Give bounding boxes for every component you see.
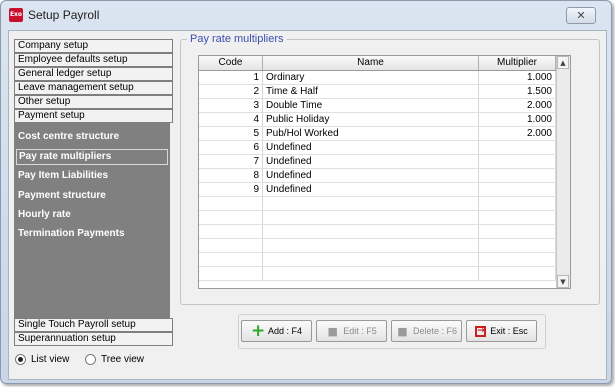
table-row[interactable]: 4 Public Holiday 1.000 bbox=[199, 113, 556, 127]
grid-header: Code Name Multiplier bbox=[199, 56, 556, 71]
nav-subitem-payment-structure[interactable]: Payment structure bbox=[18, 189, 106, 203]
cell-multiplier bbox=[479, 155, 556, 168]
nav-subitem-hourly-rate[interactable]: Hourly rate bbox=[18, 208, 71, 222]
cell-code: 4 bbox=[199, 113, 263, 126]
window-title: Setup Payroll bbox=[28, 8, 100, 22]
list-view-option[interactable]: List view bbox=[15, 354, 69, 365]
nav-subitem-pay-item-liabilities[interactable]: Pay Item Liabilities bbox=[18, 169, 108, 183]
cell-code: 9 bbox=[199, 183, 263, 196]
setup-payroll-window: Exo Setup Payroll ✕ Company setup Employ… bbox=[0, 0, 612, 384]
nav-subitem-termination-payments[interactable]: Termination Payments bbox=[18, 227, 125, 241]
client-area: Company setup Employee defaults setup Ge… bbox=[8, 30, 607, 380]
app-logo-icon: Exo bbox=[9, 8, 23, 22]
title-bar[interactable]: Exo Setup Payroll ✕ bbox=[1, 1, 611, 29]
tree-view-radio[interactable] bbox=[85, 354, 96, 365]
tree-view-label: Tree view bbox=[101, 354, 144, 365]
cell-code: 8 bbox=[199, 169, 263, 182]
empty-row bbox=[199, 211, 556, 225]
cell-name: Public Holiday bbox=[263, 113, 479, 126]
tree-view-option[interactable]: Tree view bbox=[85, 354, 144, 365]
delete-icon: ■ bbox=[397, 324, 408, 338]
cell-code: 2 bbox=[199, 85, 263, 98]
scroll-up-icon[interactable]: ▲ bbox=[557, 56, 569, 69]
column-header-multiplier[interactable]: Multiplier bbox=[479, 56, 556, 70]
table-row[interactable]: 5 Pub/Hol Worked 2.000 bbox=[199, 127, 556, 141]
table-row[interactable]: 8 Undefined bbox=[199, 169, 556, 183]
close-button[interactable]: ✕ bbox=[566, 7, 596, 24]
plus-icon: + bbox=[250, 320, 266, 341]
cell-name: Pub/Hol Worked bbox=[263, 127, 479, 140]
nav-item-payment-setup[interactable]: Payment setup bbox=[14, 109, 173, 123]
cell-multiplier: 1.000 bbox=[479, 71, 556, 84]
pay-rate-grid[interactable]: Code Name Multiplier 1 Ordinary 1.000 2 … bbox=[198, 55, 571, 289]
list-view-radio[interactable] bbox=[15, 354, 26, 365]
cell-name: Double Time bbox=[263, 99, 479, 112]
cell-code: 6 bbox=[199, 141, 263, 154]
cell-multiplier bbox=[479, 141, 556, 154]
nav-subitem-pay-rate-multipliers[interactable]: Pay rate multipliers bbox=[16, 149, 168, 165]
empty-row bbox=[199, 225, 556, 239]
cell-multiplier: 1.500 bbox=[479, 85, 556, 98]
edit-icon: ■ bbox=[327, 324, 338, 338]
vertical-scrollbar[interactable]: ▲ ▼ bbox=[556, 56, 570, 288]
group-title: Pay rate multipliers bbox=[187, 33, 287, 45]
cell-code: 7 bbox=[199, 155, 263, 168]
cell-multiplier: 1.000 bbox=[479, 113, 556, 126]
empty-row bbox=[199, 239, 556, 253]
add-button-label: Add : F4 bbox=[267, 326, 303, 336]
exit-button[interactable]: → Exit : Esc bbox=[466, 320, 537, 342]
column-header-code[interactable]: Code bbox=[199, 56, 263, 70]
column-header-name[interactable]: Name bbox=[263, 56, 479, 70]
cell-name: Undefined bbox=[263, 155, 479, 168]
cell-multiplier bbox=[479, 183, 556, 196]
nav-item-superannuation-setup[interactable]: Superannuation setup bbox=[14, 332, 173, 346]
cell-name: Time & Half bbox=[263, 85, 479, 98]
cell-multiplier: 2.000 bbox=[479, 99, 556, 112]
nav-item-employee-defaults-setup[interactable]: Employee defaults setup bbox=[14, 53, 173, 67]
add-button[interactable]: + Add : F4 bbox=[241, 320, 312, 342]
empty-row bbox=[199, 197, 556, 211]
nav-item-company-setup[interactable]: Company setup bbox=[14, 39, 173, 53]
setup-navigation: Company setup Employee defaults setup Ge… bbox=[14, 39, 173, 346]
cell-name: Undefined bbox=[263, 141, 479, 154]
grid-body: 1 Ordinary 1.000 2 Time & Half 1.500 3 D… bbox=[199, 71, 556, 281]
scroll-down-icon[interactable]: ▼ bbox=[557, 275, 569, 288]
nav-item-general-ledger-setup[interactable]: General ledger setup bbox=[14, 67, 173, 81]
exit-icon: → bbox=[475, 325, 487, 337]
edit-button-label: Edit : F5 bbox=[343, 326, 377, 336]
empty-row bbox=[199, 253, 556, 267]
exit-button-label: Exit : Esc bbox=[490, 326, 528, 336]
table-row[interactable]: 2 Time & Half 1.500 bbox=[199, 85, 556, 99]
list-view-label: List view bbox=[31, 354, 70, 365]
nav-subitem-cost-centre-structure[interactable]: Cost centre structure bbox=[18, 130, 119, 144]
edit-button[interactable]: ■ Edit : F5 bbox=[316, 320, 387, 342]
cell-name: Ordinary bbox=[263, 71, 479, 84]
cell-code: 1 bbox=[199, 71, 263, 84]
table-row[interactable]: 3 Double Time 2.000 bbox=[199, 99, 556, 113]
cell-multiplier: 2.000 bbox=[479, 127, 556, 140]
nav-item-single-touch-payroll-setup[interactable]: Single Touch Payroll setup bbox=[14, 318, 173, 332]
nav-item-other-setup[interactable]: Other setup bbox=[14, 95, 173, 109]
cell-code: 5 bbox=[199, 127, 263, 140]
cell-name: Undefined bbox=[263, 169, 479, 182]
cell-code: 3 bbox=[199, 99, 263, 112]
delete-button[interactable]: ■ Delete : F6 bbox=[391, 320, 462, 342]
delete-button-label: Delete : F6 bbox=[412, 326, 458, 336]
nav-item-leave-management-setup[interactable]: Leave management setup bbox=[14, 81, 173, 95]
table-row[interactable]: 1 Ordinary 1.000 bbox=[199, 71, 556, 85]
table-row[interactable]: 9 Undefined bbox=[199, 183, 556, 197]
table-row[interactable]: 7 Undefined bbox=[199, 155, 556, 169]
cell-name: Undefined bbox=[263, 183, 479, 196]
empty-row bbox=[199, 267, 556, 281]
cell-multiplier bbox=[479, 169, 556, 182]
table-row[interactable]: 6 Undefined bbox=[199, 141, 556, 155]
